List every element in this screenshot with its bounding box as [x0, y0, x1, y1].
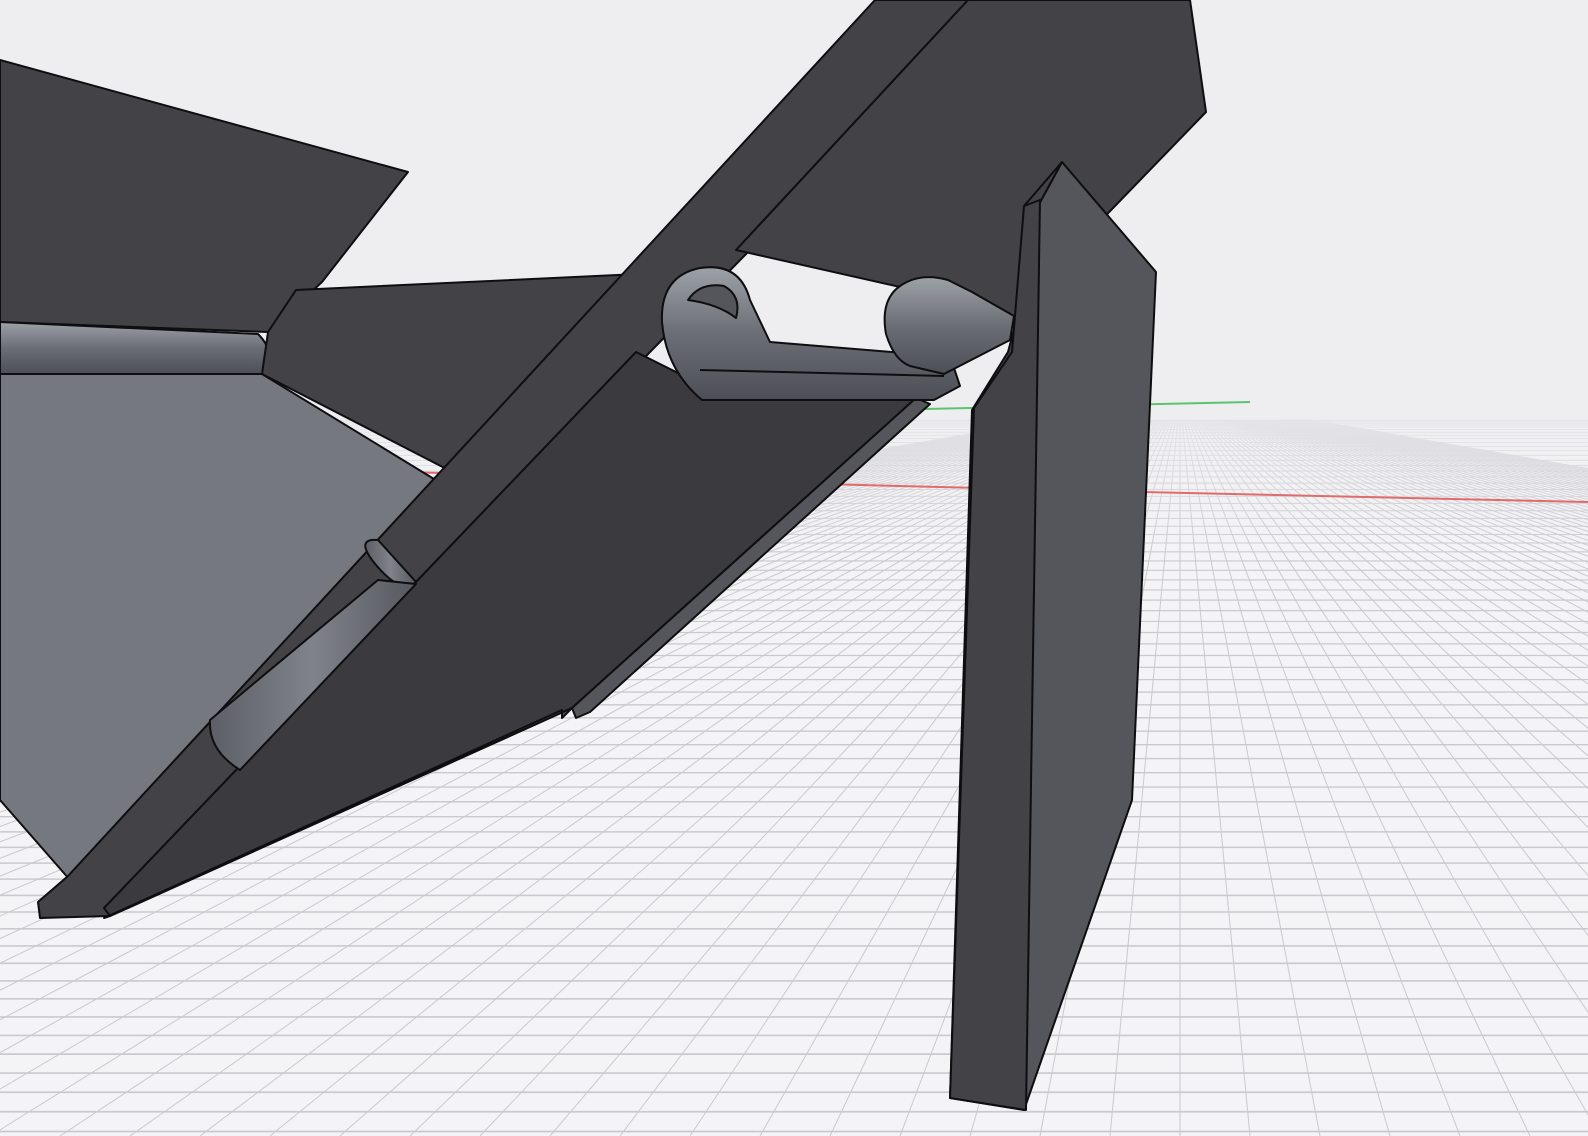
viewport-canvas[interactable]	[0, 0, 1588, 1136]
3d-viewport[interactable]	[0, 0, 1588, 1136]
